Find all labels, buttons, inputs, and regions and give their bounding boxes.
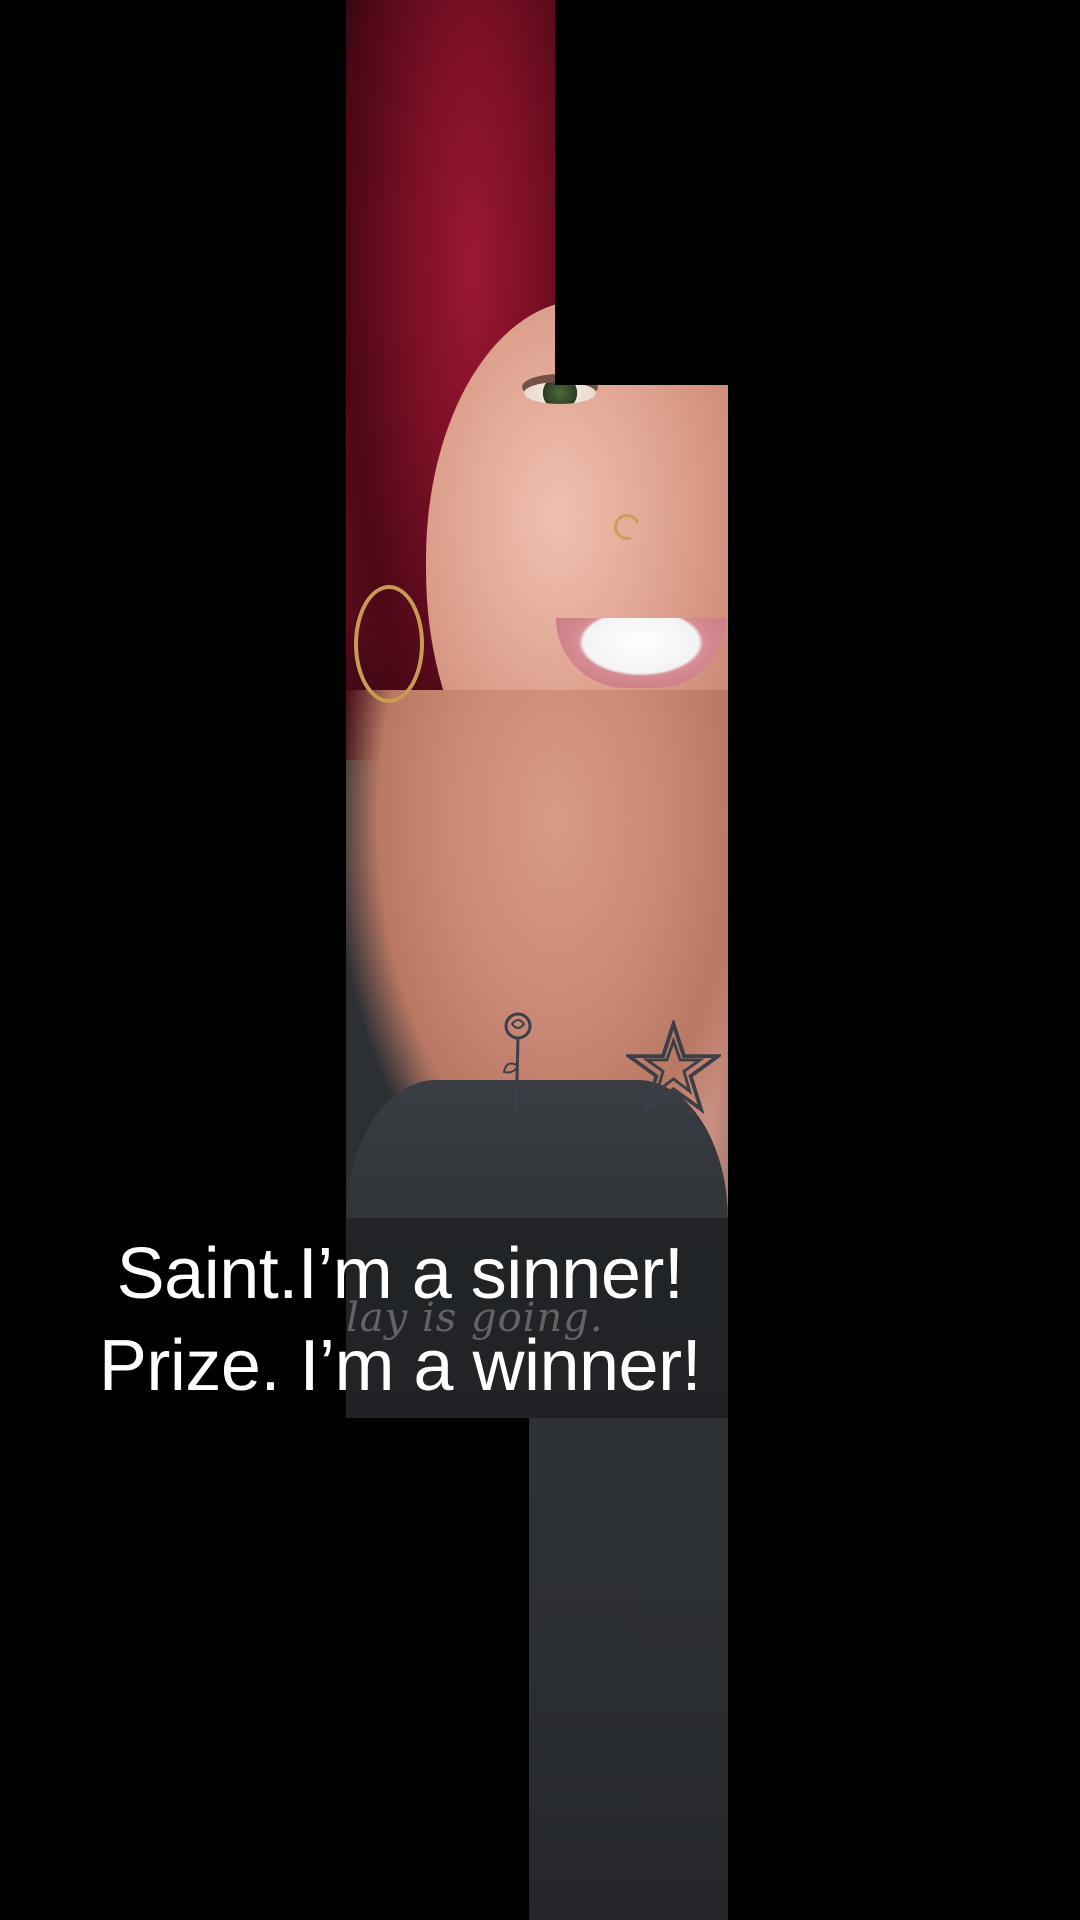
caption-line-2: Prize. I’m a winner! (98, 1326, 702, 1406)
black-mask-top-right (555, 0, 728, 385)
black-mask-bottom-left (346, 1418, 529, 1920)
eye (524, 382, 596, 404)
caption-text: Saint.I’m a sinner! Prize. I’m a winner! (0, 1228, 800, 1412)
hoop-earring (354, 585, 424, 703)
video-frame: lay is going. Saint.I’m a sinner! Prize.… (0, 0, 1080, 1920)
star-tattoo-icon (626, 1020, 721, 1115)
caption-line-1: Saint.I’m a sinner! (116, 1234, 684, 1314)
rose-tattoo-icon (502, 1012, 532, 1116)
